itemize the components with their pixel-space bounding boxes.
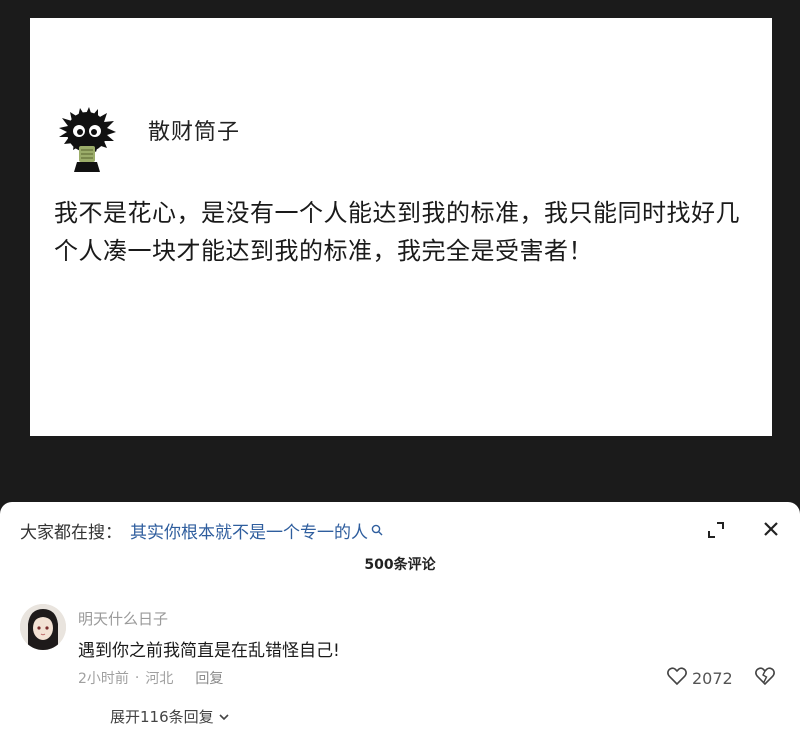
- search-query-link[interactable]: 其实你根本就不是一个专一的人: [130, 518, 368, 543]
- post-text: 我不是花心，是没有一个人能达到我的标准，我只能同时找好几个人凑一块才能达到我的标…: [54, 199, 740, 265]
- close-icon[interactable]: [760, 518, 782, 540]
- heart-icon[interactable]: [666, 666, 688, 690]
- trending-search-bar[interactable]: 大家都在搜： 其实你根本就不是一个专一的人: [20, 518, 383, 543]
- comment-meta: 2小时前 · 河北 回复: [78, 668, 223, 688]
- expand-icon[interactable]: [706, 520, 726, 540]
- commenter-username[interactable]: 明天什么日子: [78, 608, 168, 629]
- expand-replies-label: 展开116条回复: [110, 708, 214, 726]
- anime-girl-avatar-image: [20, 604, 66, 650]
- comment-location: 河北: [145, 671, 174, 687]
- chevron-down-icon: [218, 708, 230, 726]
- like-count: 2072: [692, 668, 733, 688]
- broken-heart-icon[interactable]: [754, 666, 776, 688]
- commenter-avatar[interactable]: [20, 604, 66, 650]
- post-card: 散财筒子 我不是花心，是没有一个人能达到我的标准，我只能同时找好几个人凑一块才能…: [30, 18, 772, 436]
- meta-separator: ·: [134, 670, 140, 686]
- comment-count: 500条评论: [364, 557, 436, 573]
- author-avatar[interactable]: [54, 104, 120, 174]
- comment-sheet: 大家都在搜： 其实你根本就不是一个专一的人 500条评论 明天什么日子 遇到你之…: [0, 502, 800, 744]
- expand-replies-button[interactable]: 展开116条回复: [110, 706, 230, 727]
- comment-time: 2小时前: [78, 671, 129, 687]
- author-name[interactable]: 散财筒子: [148, 114, 240, 146]
- search-icon[interactable]: [371, 524, 383, 536]
- like-button[interactable]: 2072: [666, 666, 733, 690]
- reply-button[interactable]: 回复: [195, 668, 223, 688]
- search-prefix: 大家都在搜：: [20, 522, 122, 543]
- soot-sprite-avatar-image: [59, 107, 116, 172]
- comment-text: 遇到你之前我简直是在乱错怪自己!: [78, 641, 340, 661]
